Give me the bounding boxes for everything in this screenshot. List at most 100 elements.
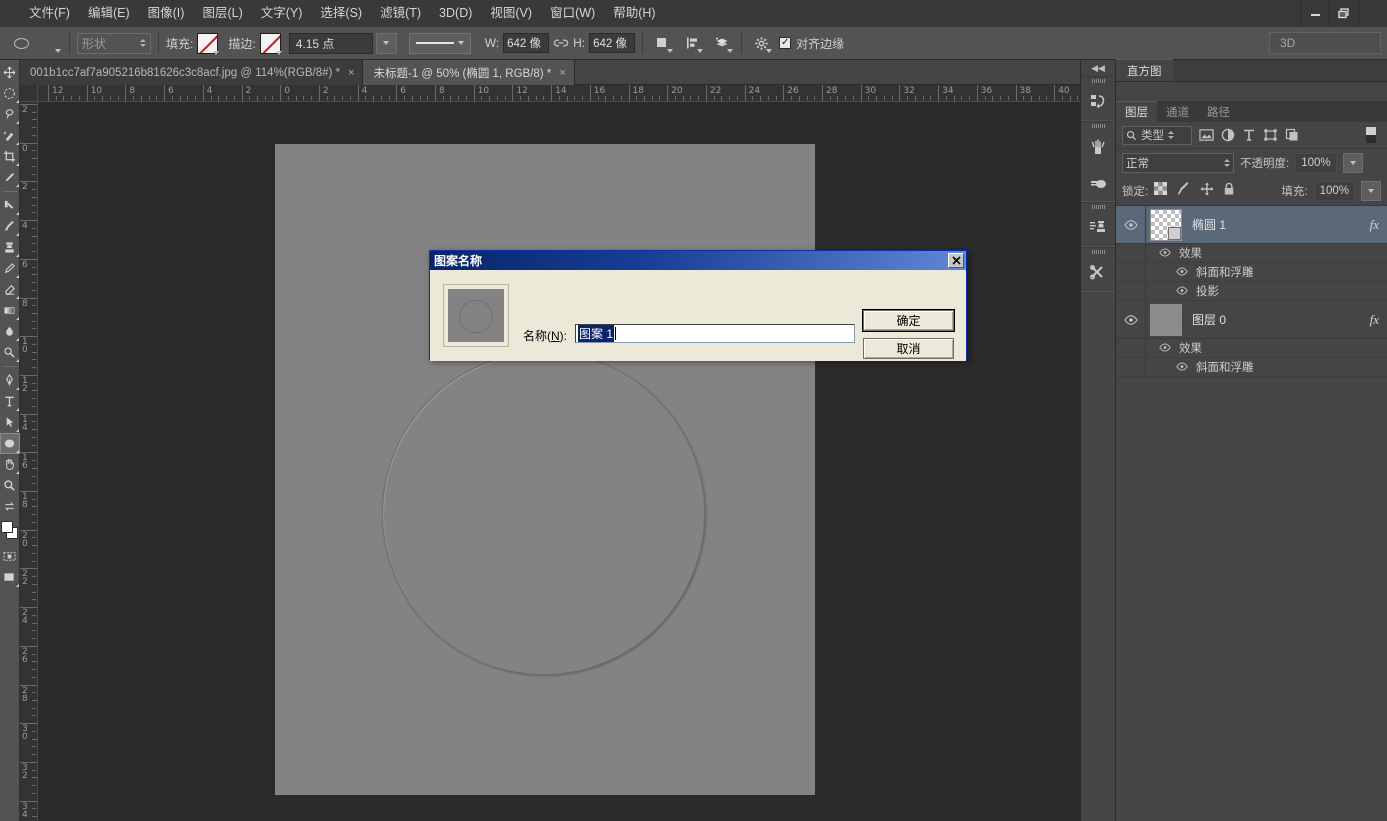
drag-grip-icon[interactable] — [1081, 203, 1115, 210]
adjustment-filter-icon[interactable] — [1221, 128, 1235, 142]
opacity-input[interactable]: 100% — [1295, 153, 1336, 173]
layer-fx-badge[interactable]: fx — [1370, 312, 1379, 328]
clone-stamp-icon[interactable] — [1081, 210, 1115, 246]
hand-tool[interactable] — [0, 454, 20, 475]
tab-paths[interactable]: 路径 — [1198, 101, 1239, 122]
align-edges-checkbox[interactable]: ✓ 对齐边缘 — [779, 35, 844, 52]
quick-mask-toggle[interactable] — [0, 546, 20, 567]
move-tool[interactable] — [0, 62, 20, 83]
pen-tool[interactable] — [0, 370, 20, 391]
artboard[interactable] — [275, 144, 815, 795]
horizontal-ruler[interactable]: 1210864202468101214161820222426283032343… — [38, 85, 1080, 102]
menu-item-view[interactable]: 视图(V) — [481, 0, 541, 27]
tools-icon[interactable] — [1081, 255, 1115, 291]
close-button[interactable] — [1358, 0, 1387, 27]
swap-colors-icon[interactable] — [0, 496, 20, 517]
blur-tool[interactable] — [0, 321, 20, 342]
quick-selection-tool[interactable] — [0, 125, 20, 146]
opacity-dropdown[interactable] — [1343, 153, 1363, 173]
layer-visibility-toggle[interactable] — [1116, 206, 1146, 243]
eye-icon[interactable] — [1159, 343, 1172, 353]
layer-fx-badge[interactable]: fx — [1370, 217, 1379, 233]
vertical-ruler[interactable]: 20246810121416182022242628303234 — [20, 102, 38, 821]
ellipse-shape-on-canvas[interactable] — [382, 352, 705, 675]
gear-icon[interactable] — [749, 31, 773, 55]
layer-visibility-toggle[interactable] — [1116, 301, 1146, 338]
fill-input[interactable]: 100% — [1314, 181, 1355, 201]
document-tab-0[interactable]: 001b1cc7af7a905216b81626c3c8acf.jpg @ 11… — [20, 60, 363, 85]
layer-effect-item[interactable]: 投影 — [1116, 282, 1387, 301]
screen-mode-toggle[interactable] — [0, 567, 20, 588]
close-icon[interactable]: × — [348, 67, 354, 79]
eye-icon[interactable] — [1159, 248, 1172, 258]
marquee-tool[interactable] — [0, 83, 20, 104]
eyedropper-tool[interactable] — [0, 167, 20, 188]
tab-layers[interactable]: 图层 — [1116, 101, 1157, 122]
crop-tool[interactable] — [0, 146, 20, 167]
drag-grip-icon[interactable] — [1081, 248, 1115, 255]
type-filter-icon[interactable] — [1242, 128, 1256, 142]
menu-item-file[interactable]: 文件(F) — [20, 0, 79, 27]
drag-grip-icon[interactable] — [1081, 122, 1115, 129]
dialog-title-bar[interactable]: 图案名称 — [430, 251, 966, 270]
layer-effect-item[interactable]: 斜面和浮雕 — [1116, 263, 1387, 282]
layer-thumbnail[interactable] — [1150, 304, 1182, 336]
layer-effects-group[interactable]: 效果 — [1116, 339, 1387, 358]
smartobject-filter-icon[interactable] — [1285, 128, 1299, 142]
tab-channels[interactable]: 通道 — [1157, 101, 1198, 122]
healing-brush-tool[interactable] — [0, 195, 20, 216]
pattern-name-dialog[interactable]: 图案名称 名称(N): 图案 1 确定 取消 — [429, 250, 967, 360]
menu-item-window[interactable]: 窗口(W) — [541, 0, 604, 27]
stroke-style-picker[interactable] — [409, 33, 471, 54]
table-row[interactable]: 图层 0 fx — [1116, 301, 1387, 339]
shape-mode-select[interactable]: 形状 — [77, 33, 151, 54]
menu-item-type[interactable]: 文字(Y) — [252, 0, 312, 27]
menu-item-filter[interactable]: 滤镜(T) — [371, 0, 430, 27]
tab-histogram[interactable]: 直方图 — [1116, 59, 1173, 81]
pixel-filter-icon[interactable] — [1199, 128, 1214, 142]
ruler-origin[interactable] — [20, 85, 38, 102]
eye-icon[interactable] — [1176, 362, 1189, 372]
eraser-tool[interactable] — [0, 279, 20, 300]
type-tool[interactable] — [0, 391, 20, 412]
fill-dropdown[interactable] — [1361, 181, 1381, 201]
layer-effects-group[interactable]: 效果 — [1116, 244, 1387, 263]
foreground-background-colors[interactable] — [0, 520, 20, 542]
pattern-name-input[interactable]: 图案 1 — [575, 324, 855, 343]
history-icon[interactable] — [1081, 84, 1115, 120]
lock-position-icon[interactable] — [1200, 182, 1214, 201]
menu-item-select[interactable]: 选择(S) — [311, 0, 371, 27]
zoom-tool[interactable] — [0, 475, 20, 496]
menu-item-edit[interactable]: 编辑(E) — [79, 0, 139, 27]
lasso-tool[interactable] — [0, 104, 20, 125]
stroke-width-input[interactable]: 4.15 点 — [289, 33, 373, 54]
blend-mode-select[interactable]: 正常 — [1122, 153, 1234, 173]
gradient-tool[interactable] — [0, 300, 20, 321]
filter-toggle-icon[interactable] — [1365, 126, 1377, 144]
collapse-panels-icon[interactable]: ◀◀ — [1081, 60, 1115, 76]
shape-filter-icon[interactable] — [1263, 128, 1278, 142]
shape-width-input[interactable]: 642 像 — [503, 33, 549, 53]
menu-item-help[interactable]: 帮助(H) — [604, 0, 664, 27]
table-row[interactable]: 椭圆 1 fx — [1116, 206, 1387, 244]
eye-icon[interactable] — [1176, 267, 1189, 277]
clone-stamp-tool[interactable] — [0, 237, 20, 258]
path-selection-tool[interactable] — [0, 412, 20, 433]
path-alignment-icon[interactable] — [680, 31, 704, 55]
menu-item-image[interactable]: 图像(I) — [139, 0, 194, 27]
restore-button[interactable] — [1329, 0, 1358, 27]
clone-source-icon[interactable] — [1081, 165, 1115, 201]
brush-icon[interactable] — [1081, 129, 1115, 165]
cancel-button[interactable]: 取消 — [863, 338, 954, 359]
close-icon[interactable]: × — [559, 67, 565, 79]
history-brush-tool[interactable] — [0, 258, 20, 279]
brush-tool[interactable] — [0, 216, 20, 237]
lock-image-icon[interactable] — [1176, 182, 1191, 201]
menu-item-3d[interactable]: 3D(D) — [430, 0, 481, 27]
close-icon[interactable] — [948, 253, 964, 268]
stroke-swatch-button[interactable] — [260, 33, 281, 54]
canvas-area[interactable] — [38, 102, 1080, 821]
path-operations-icon[interactable] — [650, 31, 674, 55]
shape-height-input[interactable]: 642 像 — [589, 33, 635, 53]
document-tab-1[interactable]: 未标题-1 @ 50% (椭圆 1, RGB/8) * × — [363, 60, 574, 85]
